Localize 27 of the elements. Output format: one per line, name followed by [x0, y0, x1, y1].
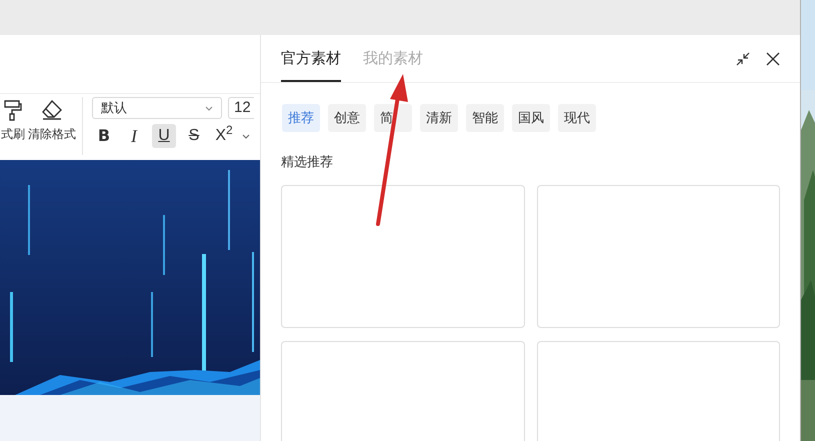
category-tag[interactable]: 创意 — [328, 104, 366, 132]
font-select[interactable]: 默认 — [92, 97, 222, 119]
category-tag[interactable]: 清新 — [420, 104, 458, 132]
format-painter-button[interactable]: 式刷 — [1, 97, 25, 155]
eraser-icon — [40, 99, 64, 121]
chevron-down-icon — [205, 106, 213, 110]
chevron-down-icon — [242, 134, 250, 138]
template-card[interactable] — [536, 340, 780, 441]
category-tag[interactable]: 推荐 — [282, 104, 320, 132]
clear-format-button[interactable]: 清除格式 — [28, 97, 76, 155]
font-size-field[interactable]: 12 — [228, 97, 254, 119]
collapse-icon[interactable] — [736, 52, 750, 66]
category-tag[interactable]: 国风 — [512, 104, 550, 132]
template-card[interactable] — [281, 184, 524, 328]
panel-tab[interactable]: 官方素材 — [281, 35, 341, 82]
italic-button[interactable]: I — [122, 124, 146, 148]
superscript-button[interactable]: X$^{2}$ — [212, 124, 236, 148]
underline-button[interactable]: U — [152, 124, 176, 148]
template-card[interactable] — [536, 184, 780, 328]
paint-roller-icon — [3, 99, 23, 121]
section-title: 精选推荐 — [280, 153, 334, 171]
strikethrough-button[interactable]: S — [182, 124, 206, 148]
bold-button[interactable]: B — [92, 124, 116, 148]
close-icon[interactable] — [766, 52, 780, 66]
template-card[interactable] — [281, 340, 524, 441]
category-tag[interactable]: 智能 — [466, 104, 504, 132]
category-tag[interactable]: 现代 — [558, 104, 596, 132]
